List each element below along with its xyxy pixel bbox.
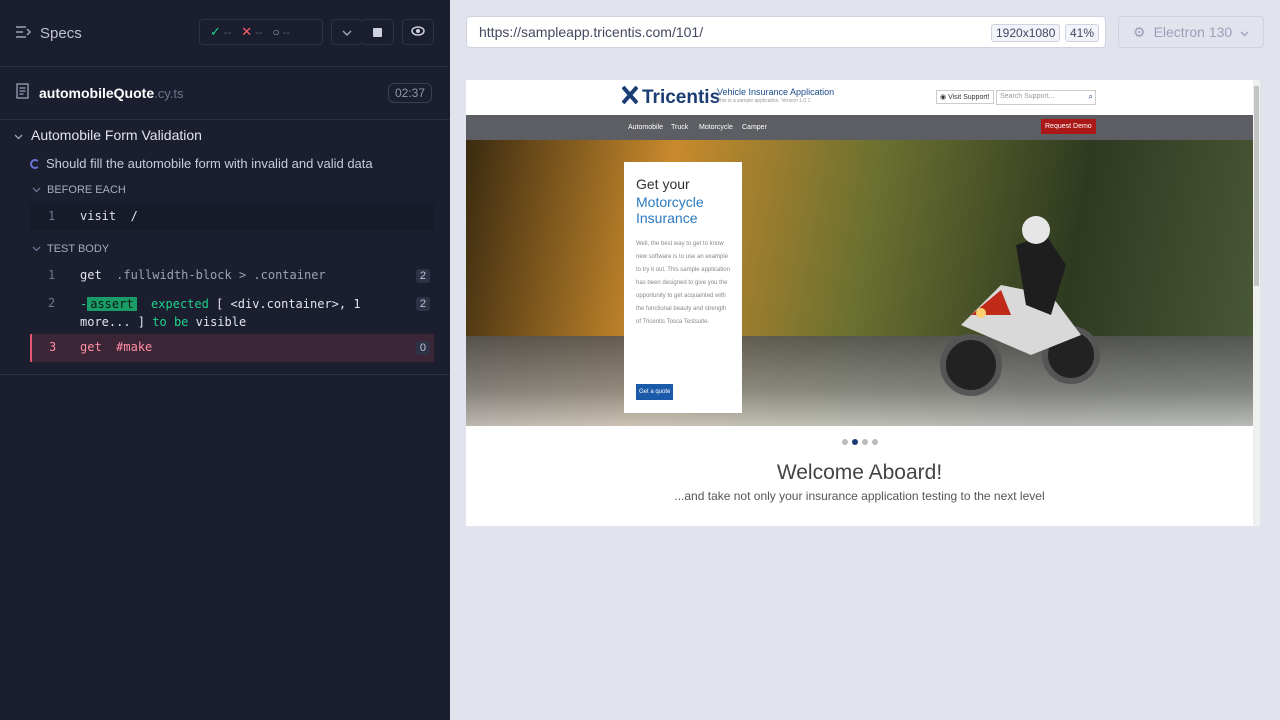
assert-badge: assert bbox=[87, 297, 137, 311]
nav-truck[interactable]: Truck bbox=[671, 124, 688, 131]
card-text: Well, the best way to get to know new so… bbox=[636, 241, 730, 325]
gear-icon: ⚙ bbox=[1133, 23, 1146, 40]
top-bar: Specs ✓ -- ✕ -- ○ -- bbox=[0, 0, 450, 66]
zoom-badge: 41% bbox=[1065, 24, 1100, 42]
divider bbox=[0, 374, 450, 375]
scrollbar-thumb[interactable] bbox=[1254, 86, 1259, 286]
carousel-dot[interactable] bbox=[862, 439, 868, 445]
collapse-button[interactable] bbox=[331, 19, 363, 45]
carousel-dot[interactable] bbox=[872, 439, 878, 445]
element-count-badge: 2 bbox=[415, 297, 430, 311]
specs-list-icon bbox=[16, 25, 32, 42]
command-visit[interactable]: 1 visit / bbox=[30, 204, 434, 230]
hero-banner: Get your Motorcycle Insurance Well, the … bbox=[466, 140, 1253, 426]
support-search-input[interactable]: Search Support... ⌕ bbox=[996, 90, 1096, 105]
spec-file-header: automobileQuote .cy.ts 02:37 bbox=[0, 66, 450, 120]
aut-panel: https://sampleapp.tricentis.com/101/ 192… bbox=[450, 0, 1280, 720]
application-preview: Tricentis Vehicle Insurance Application … bbox=[466, 80, 1260, 526]
card-title-line1: Get your bbox=[636, 176, 690, 192]
x-icon: ✕ bbox=[241, 24, 253, 39]
command-arg: / bbox=[130, 209, 138, 223]
document-icon bbox=[16, 82, 29, 104]
promo-card: Get your Motorcycle Insurance Well, the … bbox=[624, 162, 742, 413]
test-stats: ✓ -- ✕ -- ○ -- bbox=[199, 19, 323, 45]
search-icon: ⌕ bbox=[1088, 92, 1093, 101]
app-subtitle: This is a sample application. Version 1.… bbox=[717, 98, 811, 104]
nav-camper[interactable]: Camper bbox=[742, 124, 767, 131]
stop-icon bbox=[373, 27, 382, 37]
welcome-subtitle: ...and take not only your insurance appl… bbox=[674, 489, 1045, 503]
before-each-section[interactable]: BEFORE EACH bbox=[32, 184, 126, 196]
road-image bbox=[466, 336, 1253, 426]
welcome-heading: Welcome Aboard! bbox=[776, 461, 943, 484]
failed-stat: ✕ -- bbox=[241, 24, 263, 39]
motorcycle-image bbox=[940, 216, 1100, 396]
chevron-down-icon bbox=[32, 243, 41, 255]
stop-button[interactable] bbox=[362, 19, 394, 45]
carousel-dot-active[interactable] bbox=[852, 439, 858, 445]
element-count-badge: 0 bbox=[415, 341, 430, 355]
chevron-down-icon bbox=[32, 184, 41, 196]
selector-playground-button[interactable] bbox=[402, 19, 434, 45]
test-body-section[interactable]: TEST BODY bbox=[32, 243, 109, 255]
command-get-make-failed[interactable]: 3 get #make 0 bbox=[30, 334, 434, 362]
chevron-down-icon bbox=[342, 23, 352, 41]
viewport-size-badge: 1920x1080 bbox=[991, 24, 1061, 42]
running-spinner-icon bbox=[30, 158, 40, 169]
card-title-line2: Motorcycle Insurance bbox=[636, 194, 704, 226]
run-timer: 02:37 bbox=[387, 83, 432, 103]
circle-icon: ○ bbox=[272, 25, 280, 39]
spec-file-ext: .cy.ts bbox=[154, 85, 184, 101]
tricentis-logo-icon bbox=[621, 85, 639, 109]
visit-support-button[interactable]: ◉ Visit Support! bbox=[936, 90, 994, 104]
specs-label: Specs bbox=[40, 24, 82, 42]
url-bar[interactable]: https://sampleapp.tricentis.com/101/ 192… bbox=[466, 16, 1106, 48]
element-count-badge: 2 bbox=[415, 269, 430, 283]
check-icon: ✓ bbox=[210, 24, 221, 39]
support-icon: ◉ bbox=[940, 94, 947, 101]
command-get-container[interactable]: 1 get .fullwidth-block > .container 2 bbox=[30, 263, 434, 289]
carousel-dot[interactable] bbox=[842, 439, 848, 445]
get-quote-button[interactable]: Get a quote bbox=[636, 384, 674, 400]
passed-stat: ✓ -- bbox=[210, 24, 232, 39]
browser-selector[interactable]: ⚙ Electron 130 bbox=[1118, 16, 1264, 48]
command-assert[interactable]: 2 - assert expected [ <div.container>, 1m… bbox=[30, 291, 434, 331]
app-title: Vehicle Insurance Application bbox=[717, 87, 835, 97]
spec-file-name: automobileQuote bbox=[39, 85, 155, 101]
app-navbar: Automobile Truck Motorcycle Camper Reque… bbox=[466, 115, 1253, 140]
command-log-panel: Specs ✓ -- ✕ -- ○ -- automobileQuote .cy.ts … bbox=[0, 0, 450, 720]
nav-motorcycle[interactable]: Motorcycle bbox=[699, 124, 733, 131]
test-title[interactable]: Should fill the automobile form with inv… bbox=[30, 156, 373, 171]
eye-icon bbox=[411, 23, 425, 41]
aut-scrollbar[interactable] bbox=[1253, 80, 1260, 526]
specs-nav-button[interactable]: Specs bbox=[16, 25, 82, 42]
request-demo-button[interactable]: Request Demo bbox=[1041, 119, 1096, 134]
chevron-down-icon bbox=[1240, 24, 1249, 40]
chevron-down-icon bbox=[14, 127, 23, 143]
carousel-dots bbox=[842, 439, 878, 445]
nav-automobile[interactable]: Automobile bbox=[628, 124, 663, 131]
tricentis-logo[interactable]: Tricentis bbox=[621, 85, 720, 109]
suite-title[interactable]: Automobile Form Validation bbox=[14, 127, 202, 143]
command-name: visit bbox=[80, 209, 117, 223]
pending-stat: ○ -- bbox=[272, 25, 291, 39]
